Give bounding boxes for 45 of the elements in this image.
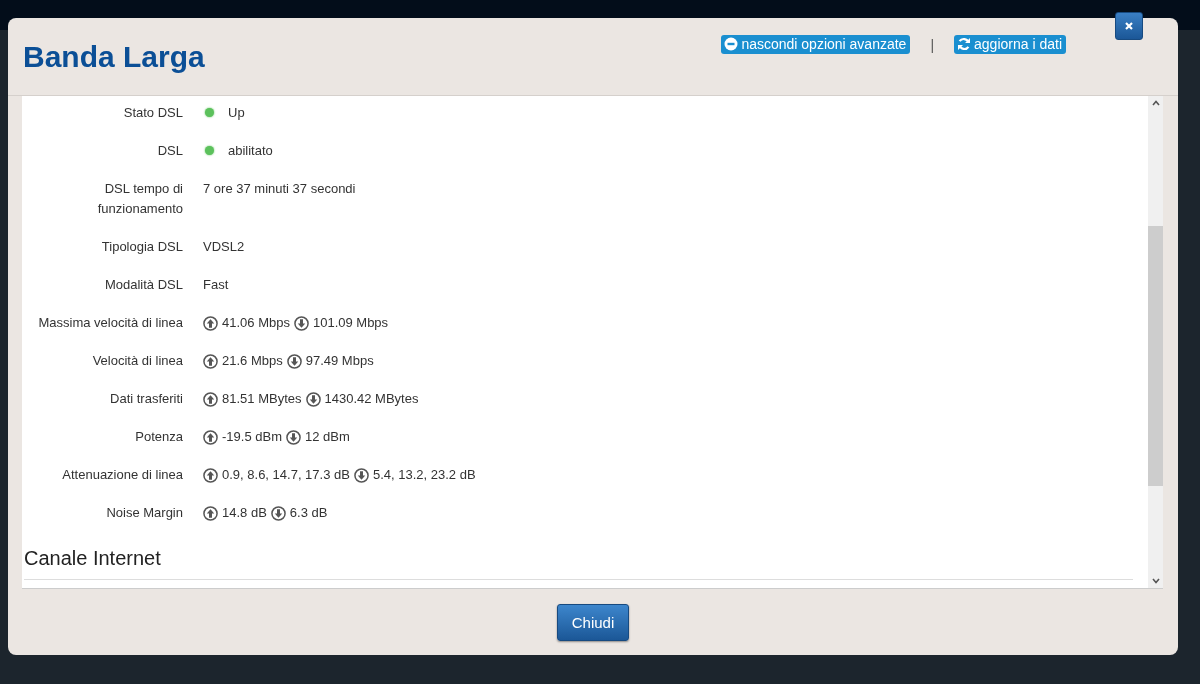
- field-value: 14.8 dB: [222, 504, 267, 522]
- download-arrow-icon: [286, 430, 301, 445]
- field-label: Velocità di linea: [91, 352, 184, 370]
- field-value: 97.49 Mbps: [305, 352, 374, 370]
- upload-arrow-icon: [203, 506, 218, 521]
- link-separator: |: [930, 36, 935, 53]
- close-button[interactable]: Chiudi: [556, 603, 630, 641]
- field-value: VDSL2: [203, 238, 245, 256]
- field-value: -19.5 dBm: [222, 428, 282, 446]
- field-value: 81.51 MBytes: [222, 390, 302, 408]
- upload-arrow-icon: [203, 392, 218, 407]
- field-value: 5.4, 13.2, 23.2 dB: [372, 466, 476, 484]
- field-label: Stato DSL: [122, 104, 184, 122]
- refresh-icon: [957, 37, 972, 51]
- section-heading: Canale Internet: [24, 547, 1133, 580]
- field-label: Dati trasferiti: [109, 390, 184, 408]
- field-value: 21.6 Mbps: [222, 352, 283, 370]
- scrollbar[interactable]: [1148, 96, 1163, 588]
- field-value: 12 dBm: [305, 428, 350, 446]
- minus-circle-icon: [724, 37, 739, 51]
- upload-arrow-icon: [203, 468, 218, 483]
- close-icon[interactable]: [1115, 12, 1143, 40]
- field-value: 7 ore 37 minuti 37 secondi: [203, 180, 356, 198]
- field-label: Attenuazione di linea: [61, 466, 184, 484]
- field-value: 1430.42 MBytes: [324, 390, 419, 408]
- field-value: Fast: [203, 276, 229, 294]
- field-value: 0.9, 8.6, 14.7, 17.3 dB: [222, 466, 350, 484]
- field-value: 41.06 Mbps: [222, 314, 290, 332]
- upload-arrow-icon: [203, 354, 218, 369]
- hide-options-link[interactable]: nascondi opzioni avanzate: [721, 35, 911, 54]
- field-label: DSL: [156, 142, 184, 160]
- field-value: 101.09 Mbps: [312, 314, 389, 332]
- field-value: Up: [228, 104, 245, 122]
- field-label: Modalità DSL: [103, 276, 184, 294]
- upload-arrow-icon: [203, 430, 218, 445]
- refresh-link[interactable]: aggiorna i dati: [954, 35, 1066, 54]
- dialog-title: Banda Larga: [23, 40, 205, 74]
- upload-arrow-icon: [203, 316, 218, 331]
- field-label: Tipologia DSL: [100, 238, 184, 256]
- field-label: Potenza: [134, 428, 184, 446]
- field-value: abilitato: [228, 142, 273, 160]
- field-label: Massima velocità di linea: [37, 314, 184, 332]
- field-label: Noise Margin: [105, 504, 184, 522]
- field-value: 6.3 dB: [289, 504, 328, 522]
- field-label: DSL tempo di funzionamento: [96, 180, 184, 218]
